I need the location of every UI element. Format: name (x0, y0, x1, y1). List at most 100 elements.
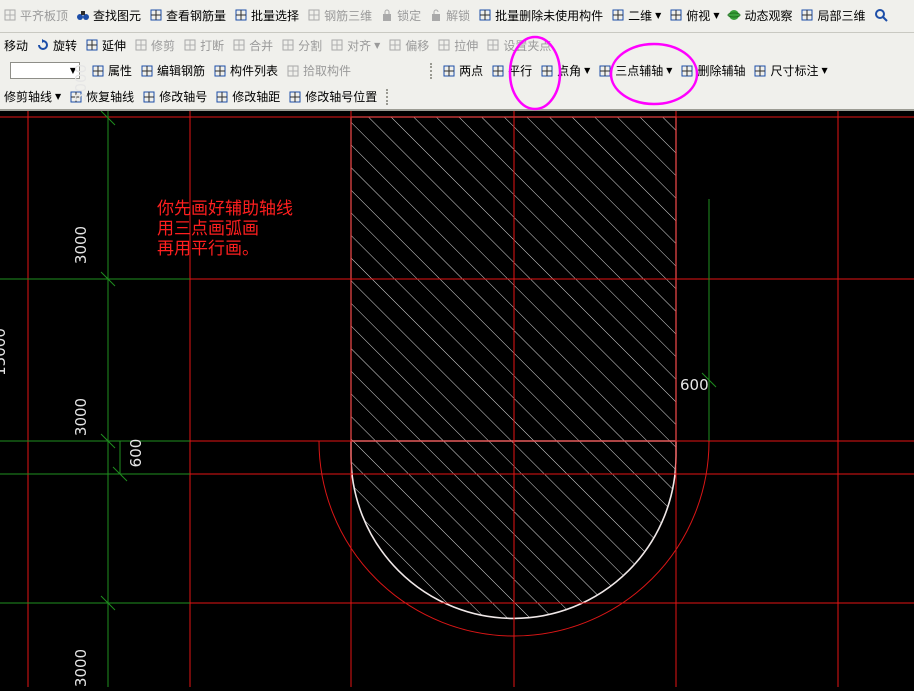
toolbar-button-label: 局部三维 (817, 8, 866, 23)
toolbar-button[interactable]: 合并 (229, 35, 276, 55)
annotation-note: 你先画好辅助轴线 用三点画弧画 再用平行画。 (157, 199, 293, 259)
toolbar-button-label: 尺寸标注 (770, 64, 819, 78)
chevron-down-icon[interactable]: ▼ (374, 41, 380, 50)
toolbar-button[interactable]: 查找图元 (73, 5, 144, 25)
toolbar-button[interactable]: 批量删除未使用构件 (475, 5, 606, 25)
trim-axis-icon (0, 90, 1, 104)
dimension-label-600-right: 600 (680, 376, 709, 394)
toolbar-button-label: 拾取构件 (303, 64, 352, 78)
toolbar-button[interactable]: 二维 ▼ (608, 5, 664, 25)
parallel-axis-icon (491, 64, 505, 78)
toolbar-button[interactable]: 两点 (439, 61, 486, 81)
toolbar-button-label: 延伸 (102, 38, 127, 53)
toolbar-button[interactable]: 属性 (88, 61, 135, 81)
toolbar-button-label: 查看钢筋量 (166, 8, 227, 23)
chevron-down-icon[interactable]: ▼ (821, 66, 827, 75)
toolbar-button[interactable]: 打断 (180, 35, 227, 55)
three-point-axis-icon (598, 64, 612, 78)
lock-icon (380, 8, 394, 22)
toolbar-button-label: 恢复轴线 (86, 90, 135, 104)
toolbar-button[interactable]: 尺寸标注 ▼ (750, 61, 830, 81)
chevron-down-icon[interactable]: ▼ (55, 92, 61, 101)
toolbar-button[interactable]: 构件列表 (210, 61, 281, 81)
toolbar-button[interactable]: 点角 ▼ (537, 61, 593, 81)
delete-aux-axis-icon (680, 64, 694, 78)
toolbar-button-label: 动态观察 (744, 8, 793, 23)
break-icon (183, 38, 197, 52)
local-3d-icon (800, 8, 814, 22)
toolbar-button[interactable]: 批量选择 (231, 5, 302, 25)
toolbar-button-label: 合并 (249, 38, 274, 53)
toolbar-button-label: 打断 (200, 38, 225, 53)
toolbar-button-label: 编辑钢筋 (157, 64, 206, 78)
extend-icon (85, 38, 99, 52)
rebar-quantity-icon (149, 8, 163, 22)
toolbar-button[interactable]: 钢筋三维 (304, 5, 375, 25)
toolbar-button[interactable]: 拾取构件 (283, 61, 354, 81)
aux-axis-tools: 两点 平行 点角 ▼ 三点辅轴 ▼ 删除辅轴 尺寸标注 ▼ (439, 61, 833, 81)
toolbar-button-label: 偏移 (405, 38, 430, 53)
toolbar-button[interactable]: 修剪 (131, 35, 178, 55)
toolbar-button-label: 修剪 (151, 38, 176, 53)
toolbar-button[interactable]: 动态观察 (724, 5, 795, 25)
toolbar-button[interactable]: 偏移 (385, 35, 432, 55)
toolbar-button[interactable]: 解锁 (426, 5, 473, 25)
batch-select-icon (234, 8, 248, 22)
properties-icon (91, 64, 105, 78)
toolbar-button[interactable]: 锁定 (377, 5, 424, 25)
top-view-icon (669, 8, 683, 22)
note-line: 你先画好辅助轴线 (157, 199, 293, 219)
toolbar-button[interactable]: 移动 (0, 35, 31, 55)
toolbar-button[interactable]: 对齐 ▼ (327, 35, 383, 55)
drawing-canvas[interactable] (0, 111, 914, 687)
toolbar-button[interactable]: 修改轴距 (212, 87, 283, 107)
toolbar-button[interactable]: 查看钢筋量 (146, 5, 229, 25)
toolbar-button[interactable]: 修剪轴线 ▼ (0, 87, 64, 107)
batch-delete-icon (478, 8, 492, 22)
chevron-down-icon[interactable]: ▼ (713, 11, 719, 20)
toolbar-button[interactable]: 设置夹点 (483, 35, 554, 55)
toolbar-axis: ▼ 属性 编辑钢筋 构件列表 拾取构件 两点 平行 点角 ▼ 三点辅轴 ▼ 删除辅轴 尺寸标注 ▼ (0, 57, 914, 85)
toolbar-button[interactable]: 俯视 ▼ (666, 5, 722, 25)
toolbar-button-label: 旋转 (53, 38, 78, 53)
component-combo[interactable]: ▼ (10, 62, 80, 79)
toolbar-button[interactable]: 延伸 (82, 35, 129, 55)
toolbar-button[interactable]: 旋转 (33, 35, 80, 55)
toolbar-button[interactable]: 删除辅轴 (677, 61, 748, 81)
chevron-down-icon[interactable]: ▼ (666, 66, 672, 75)
toolbar-grip[interactable] (430, 62, 435, 79)
toolbar-button-label: 移动 (4, 38, 29, 53)
toolbar-grip[interactable] (386, 88, 391, 105)
toolbar-button[interactable]: 平齐板顶 (0, 5, 71, 25)
rotate-icon (36, 38, 50, 52)
zoom-icon[interactable] (871, 5, 891, 25)
align-icon (330, 38, 344, 52)
pick-component-icon (286, 64, 300, 78)
toolbar-button[interactable]: 拉伸 (434, 35, 481, 55)
toolbar-button[interactable]: 修改轴号 (139, 87, 210, 107)
toolbar-button[interactable]: 平行 (488, 61, 535, 81)
chevron-down-icon[interactable]: ▼ (584, 66, 590, 75)
toolbar-button[interactable]: 编辑钢筋 (137, 61, 208, 81)
chevron-down-icon[interactable]: ▼ (655, 11, 661, 20)
toolbar-button-label: 属性 (108, 64, 133, 78)
toolbar-button[interactable]: 分割 (278, 35, 325, 55)
trim-icon (134, 38, 148, 52)
toolbar-button-label: 解锁 (446, 8, 471, 23)
toolbar-button[interactable]: 修改轴号位置 (285, 87, 380, 107)
toolbar-button-label: 查找图元 (93, 8, 142, 23)
merge-icon (232, 38, 246, 52)
edit-rebar-icon (140, 64, 154, 78)
stretch-icon (437, 38, 451, 52)
edit-axis-number-icon (142, 90, 156, 104)
binoculars-icon (76, 8, 90, 22)
toolbar-button-label: 修改轴距 (232, 90, 281, 104)
toolbar-button-label: 平行 (508, 64, 533, 78)
unlock-icon (429, 8, 443, 22)
toolbar-button-label: 对齐 (347, 38, 372, 53)
hatched-slab[interactable] (300, 111, 720, 631)
toolbar-button[interactable]: 三点辅轴 ▼ (595, 61, 675, 81)
toolbar-button[interactable]: 局部三维 (797, 5, 868, 25)
toolbar-button-label: 修改轴号 (159, 90, 208, 104)
toolbar-button-label: 锁定 (397, 8, 422, 23)
